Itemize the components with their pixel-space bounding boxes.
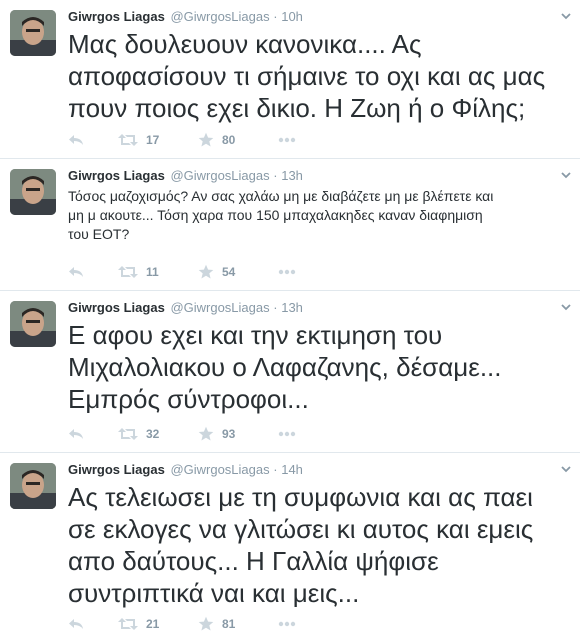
reply-icon xyxy=(69,267,83,277)
avatar[interactable] xyxy=(10,301,56,347)
author-name[interactable]: Giwrgos Liagas xyxy=(68,9,165,24)
more-dots-icon xyxy=(278,137,296,143)
author-name[interactable]: Giwrgos Liagas xyxy=(68,462,165,477)
timestamp[interactable]: 13h xyxy=(281,168,303,183)
star-icon xyxy=(198,132,214,147)
tweet-text-line: Ε αφου εχει και την εκτιμηση του xyxy=(68,320,443,350)
reply-button[interactable] xyxy=(68,130,84,150)
star-icon xyxy=(198,616,214,631)
tweet-text-line: του ΕΟΤ? xyxy=(68,226,130,242)
tweet-text-line: Εμπρός σύντροφοι... xyxy=(68,384,309,414)
tweet-header: Giwrgos Liagas @GiwrgosLiagas · 13h xyxy=(68,167,570,185)
timestamp[interactable]: 13h xyxy=(281,300,303,315)
tweet-text-line: Ας τελειωσει με τη συμφωνια και ας παει xyxy=(68,482,533,512)
favorite-count: 54 xyxy=(222,265,236,279)
tweet-text-line: Μιχαλολιακου ο Λαφαζανης, δέσαμε... xyxy=(68,352,502,382)
retweet-button[interactable]: 21 xyxy=(118,614,159,634)
timestamp[interactable]: 14h xyxy=(281,462,303,477)
reply-icon xyxy=(69,429,83,439)
tweet[interactable]: Giwrgos Liagas @GiwrgosLiagas · 14h Ας τ… xyxy=(0,453,580,643)
author-name[interactable]: Giwrgos Liagas xyxy=(68,168,165,183)
retweet-button[interactable]: 32 xyxy=(118,424,159,444)
more-dots-icon xyxy=(278,431,296,437)
favorite-button[interactable]: 80 xyxy=(198,130,235,150)
tweet-text: Ας τελειωσει με τη συμφωνια και ας παει … xyxy=(68,481,570,609)
author-handle[interactable]: @GiwrgosLiagas xyxy=(170,168,269,183)
retweet-count: 17 xyxy=(146,133,160,147)
more-dots-icon xyxy=(278,621,296,627)
separator-dot: · xyxy=(273,462,278,477)
more-button[interactable] xyxy=(278,424,296,444)
more-dots-icon xyxy=(278,269,296,275)
author-handle[interactable]: @GiwrgosLiagas xyxy=(170,462,269,477)
chevron-down-icon[interactable] xyxy=(560,169,572,181)
retweet-icon xyxy=(118,618,138,630)
favorite-button[interactable]: 93 xyxy=(198,424,235,444)
avatar[interactable] xyxy=(10,169,56,215)
avatar[interactable] xyxy=(10,10,56,56)
reply-button[interactable] xyxy=(68,424,84,444)
retweet-count: 11 xyxy=(146,265,159,279)
tweet[interactable]: Giwrgos Liagas @GiwrgosLiagas · 13h Ε αφ… xyxy=(0,291,580,453)
tweet-header: Giwrgos Liagas @GiwrgosLiagas · 14h xyxy=(68,461,570,479)
chevron-down-icon[interactable] xyxy=(560,301,572,313)
retweet-icon xyxy=(118,428,138,440)
tweet-text-line: αποφασίσουν τι σήμαινε το οχι και ας μας xyxy=(68,61,546,91)
reply-button[interactable] xyxy=(68,262,84,282)
tweet-text-line: απο δαύτους... Η Γαλλία ψήφισε xyxy=(68,546,439,576)
more-button[interactable] xyxy=(278,262,296,282)
separator-dot: · xyxy=(273,300,278,315)
separator-dot: · xyxy=(273,168,278,183)
chevron-down-icon[interactable] xyxy=(560,10,572,22)
favorite-count: 81 xyxy=(222,617,236,631)
timestamp[interactable]: 10h xyxy=(281,9,303,24)
more-button[interactable] xyxy=(278,614,296,634)
tweet-text: Ε αφου εχει και την εκτιμηση του Μιχαλολ… xyxy=(68,319,570,415)
tweet-text-line: Τόσος μαζοχισμός? Αν σας χαλάω μη με δια… xyxy=(68,188,494,204)
author-handle[interactable]: @GiwrgosLiagas xyxy=(170,9,269,24)
tweet-text: Τόσος μαζοχισμός? Αν σας χαλάω μη με δια… xyxy=(68,187,570,244)
more-button[interactable] xyxy=(278,130,296,150)
author-name[interactable]: Giwrgos Liagas xyxy=(68,300,165,315)
tweet-text-line: συντριπτικά ναι και μεις... xyxy=(68,578,360,608)
tweet-text-line: σε εκλογες να γλιτώσει κι αυτος και εμει… xyxy=(68,514,534,544)
tweet[interactable]: Giwrgos Liagas @GiwrgosLiagas · 13h Τόσο… xyxy=(0,159,580,291)
retweet-count: 21 xyxy=(146,617,160,631)
chevron-down-icon[interactable] xyxy=(560,463,572,475)
retweet-icon xyxy=(118,266,138,278)
favorite-button[interactable]: 54 xyxy=(198,262,235,282)
star-icon xyxy=(198,264,214,279)
tweet-text-line: πουν ποιος εχει δικιο. Η Ζωη ή ο Φίλης; xyxy=(68,93,526,123)
star-icon xyxy=(198,426,214,441)
tweet-header: Giwrgos Liagas @GiwrgosLiagas · 10h xyxy=(68,8,570,26)
tweet-text-line: Μας δουλευουν κανονικα.... Ας xyxy=(68,29,422,59)
separator-dot: · xyxy=(273,9,278,24)
retweet-button[interactable]: 11 xyxy=(118,262,159,282)
reply-icon xyxy=(69,135,83,145)
favorite-button[interactable]: 81 xyxy=(198,614,235,634)
reply-button[interactable] xyxy=(68,614,84,634)
tweet-header: Giwrgos Liagas @GiwrgosLiagas · 13h xyxy=(68,299,570,317)
tweet-text: Μας δουλευουν κανονικα.... Ας αποφασίσου… xyxy=(68,28,570,124)
retweet-count: 32 xyxy=(146,427,160,441)
tweet-text-line: μη μ ακουτε... Τόση χαρα που 150 μπαχαλα… xyxy=(68,207,483,223)
favorite-count: 93 xyxy=(222,427,236,441)
tweet[interactable]: Giwrgos Liagas @GiwrgosLiagas · 10h Μας … xyxy=(0,0,580,159)
favorite-count: 80 xyxy=(222,133,236,147)
reply-icon xyxy=(69,619,83,629)
retweet-button[interactable]: 17 xyxy=(118,130,159,150)
avatar[interactable] xyxy=(10,463,56,509)
author-handle[interactable]: @GiwrgosLiagas xyxy=(170,300,269,315)
tweet-timeline: Giwrgos Liagas @GiwrgosLiagas · 10h Μας … xyxy=(0,0,580,643)
retweet-icon xyxy=(118,134,138,146)
